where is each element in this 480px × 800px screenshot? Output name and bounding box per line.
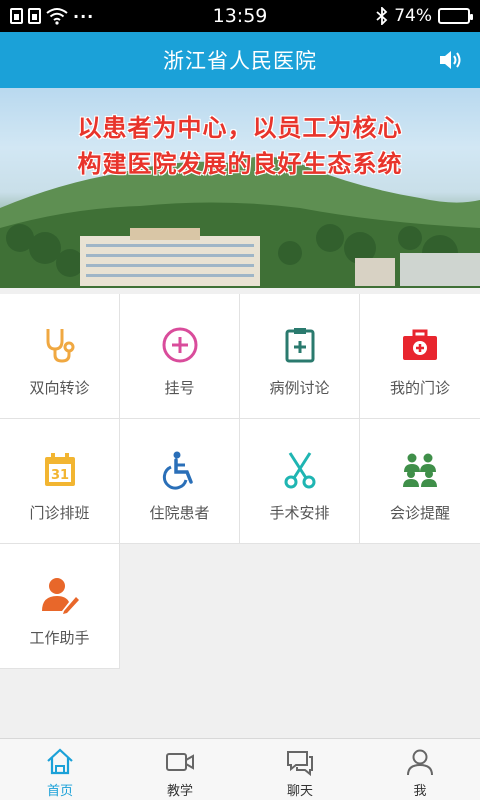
grid-empty-space <box>360 544 480 669</box>
stethoscope-icon <box>40 325 80 365</box>
chat-icon <box>287 751 313 777</box>
tab-label: 聊天 <box>286 784 313 799</box>
hospital-banner[interactable]: 以患者为中心，以员工为核心 构建医院发展的良好生态系统 <box>0 88 480 288</box>
sim-card-2-icon <box>28 8 41 24</box>
clipboard-plus-icon <box>280 325 320 365</box>
tab-chat[interactable]: 聊天 <box>240 739 360 800</box>
group-icon <box>400 450 440 490</box>
scissors-icon <box>280 450 320 490</box>
video-icon <box>166 753 194 771</box>
bottom-tab-bar: 首页 教学 聊天 我 <box>0 738 480 800</box>
app-header: 浙江省人民医院 <box>0 32 480 88</box>
sim-card-icon <box>10 8 23 24</box>
status-left: ··· <box>10 7 94 26</box>
grid-item-label: 我的门诊 <box>389 379 450 397</box>
grid-item-label: 工作助手 <box>29 629 90 647</box>
grid-item-consultation-reminder[interactable]: 会诊提醒 <box>360 419 480 544</box>
grid-item-label: 住院患者 <box>149 504 210 522</box>
home-icon <box>47 748 73 775</box>
bluetooth-icon <box>376 7 388 25</box>
banner-slogan-line1: 以患者为中心，以员工为核心 <box>77 113 403 142</box>
calendar-31-icon: 31 <box>40 450 80 490</box>
grid-item-clinic-schedule[interactable]: 31 门诊排班 <box>0 419 120 544</box>
svg-text:31: 31 <box>50 468 68 483</box>
tab-teaching[interactable]: 教学 <box>120 739 240 800</box>
tab-label: 首页 <box>46 784 73 799</box>
battery-percent: 74% <box>394 6 432 26</box>
tab-me[interactable]: 我 <box>360 739 480 800</box>
status-right: 74% <box>376 6 473 26</box>
grid-item-label: 会诊提醒 <box>389 504 450 522</box>
grid-item-inpatients[interactable]: 住院患者 <box>120 419 240 544</box>
wifi-icon <box>46 8 68 25</box>
tab-home[interactable]: 首页 <box>0 739 120 800</box>
user-icon <box>407 749 433 776</box>
medical-kit-icon <box>400 325 440 365</box>
grid-item-label: 手术安排 <box>269 504 330 522</box>
grid-item-my-clinic[interactable]: 我的门诊 <box>360 294 480 419</box>
grid-empty-space <box>240 544 360 669</box>
grid-empty-space <box>120 544 240 669</box>
grid-item-referral[interactable]: 双向转诊 <box>0 294 120 419</box>
tab-label: 我 <box>413 784 427 799</box>
speaker-icon[interactable] <box>438 48 464 72</box>
banner-slogan-line2: 构建医院发展的良好生态系统 <box>77 149 403 178</box>
wheelchair-icon <box>160 450 200 490</box>
grid-item-label: 挂号 <box>164 379 195 397</box>
grid-item-label: 门诊排班 <box>29 504 90 522</box>
user-edit-icon <box>40 575 80 615</box>
more-notifications-icon: ··· <box>73 6 95 26</box>
tab-label: 教学 <box>166 784 193 799</box>
battery-icon <box>438 8 473 24</box>
grid-item-label: 双向转诊 <box>29 379 90 397</box>
grid-item-label: 病例讨论 <box>269 379 330 397</box>
function-grid: 双向转诊 挂号 病例讨论 我的门诊 31 门诊排班 住院患者 手术安排 会诊提醒… <box>0 294 480 669</box>
plus-circle-icon <box>160 325 200 365</box>
grid-item-surgery-schedule[interactable]: 手术安排 <box>240 419 360 544</box>
status-bar: ··· 13:59 74% <box>0 0 480 32</box>
grid-item-case-discussion[interactable]: 病例讨论 <box>240 294 360 419</box>
grid-item-work-assistant[interactable]: 工作助手 <box>0 544 120 669</box>
page-title: 浙江省人民医院 <box>163 49 317 73</box>
grid-item-registration[interactable]: 挂号 <box>120 294 240 419</box>
